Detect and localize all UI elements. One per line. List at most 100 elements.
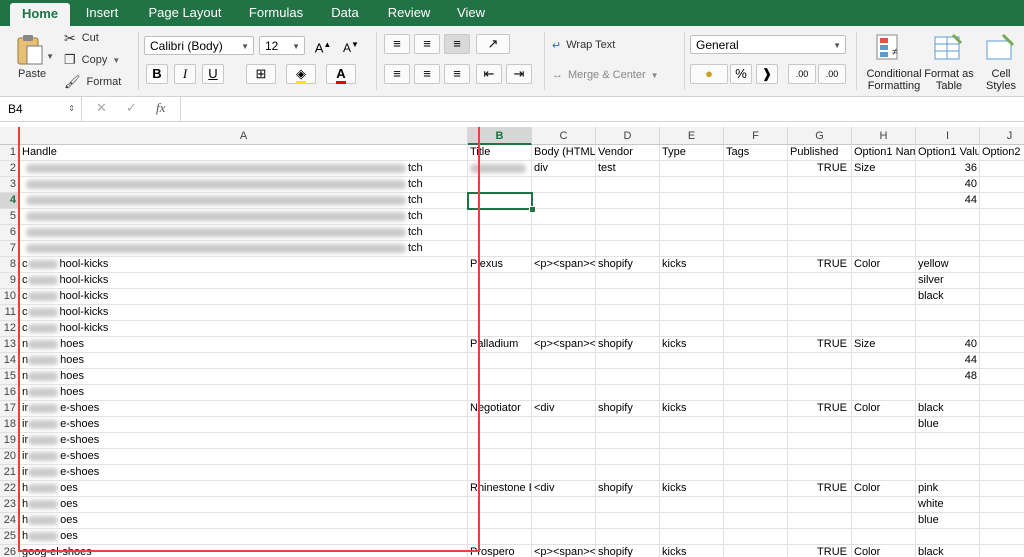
tab-page-layout[interactable]: Page Layout — [138, 0, 232, 26]
row-header-7[interactable]: 7 — [0, 241, 20, 257]
row-header-24[interactable]: 24 — [0, 513, 20, 529]
decrease-indent-button[interactable]: ⇤ — [476, 64, 502, 84]
row-header-3[interactable]: 3 — [0, 177, 20, 193]
cell-j14[interactable] — [980, 353, 1024, 369]
cell-h13[interactable]: Size — [852, 337, 916, 353]
cell-h24[interactable] — [852, 513, 916, 529]
cell-g13[interactable]: TRUE — [788, 337, 852, 353]
column-header-f[interactable]: F — [724, 127, 788, 145]
cell-g20[interactable] — [788, 449, 852, 465]
cell-d7[interactable] — [596, 241, 660, 257]
cell-g11[interactable] — [788, 305, 852, 321]
cell-d10[interactable] — [596, 289, 660, 305]
cell-g3[interactable] — [788, 177, 852, 193]
cell-h8[interactable]: Color — [852, 257, 916, 273]
cell-c12[interactable] — [532, 321, 596, 337]
row-header-22[interactable]: 22 — [0, 481, 20, 497]
cell-g19[interactable] — [788, 433, 852, 449]
cell-e23[interactable] — [660, 497, 724, 513]
cell-h2[interactable]: Size — [852, 161, 916, 177]
cell-e14[interactable] — [660, 353, 724, 369]
cell-g26[interactable]: TRUE — [788, 545, 852, 557]
formula-input[interactable] — [180, 97, 1024, 121]
cell-e18[interactable] — [660, 417, 724, 433]
fill-color-button[interactable]: ◈ — [286, 64, 316, 84]
row-header-8[interactable]: 8 — [0, 257, 20, 273]
cell-d12[interactable] — [596, 321, 660, 337]
cell-j23[interactable] — [980, 497, 1024, 513]
cell-e11[interactable] — [660, 305, 724, 321]
cell-c21[interactable] — [532, 465, 596, 481]
align-right-button[interactable]: ≡ — [444, 64, 470, 84]
cell-g6[interactable] — [788, 225, 852, 241]
cell-e16[interactable] — [660, 385, 724, 401]
cell-g9[interactable] — [788, 273, 852, 289]
row-header-2[interactable]: 2 — [0, 161, 20, 177]
row-header-5[interactable]: 5 — [0, 209, 20, 225]
cell-d15[interactable] — [596, 369, 660, 385]
cell-h10[interactable] — [852, 289, 916, 305]
align-top-button[interactable]: ≡ — [384, 34, 410, 54]
cell-c19[interactable] — [532, 433, 596, 449]
enter-icon[interactable]: ✓ — [126, 100, 137, 116]
accounting-format-button[interactable]: ● — [690, 64, 728, 84]
font-name-select[interactable]: Calibri (Body) ▼ — [144, 36, 254, 55]
cell-d19[interactable] — [596, 433, 660, 449]
cell-j17[interactable] — [980, 401, 1024, 417]
cell-h19[interactable] — [852, 433, 916, 449]
cell-h20[interactable] — [852, 449, 916, 465]
cell-f25[interactable] — [724, 529, 788, 545]
cell-j7[interactable] — [980, 241, 1024, 257]
cell-e1[interactable]: Type — [660, 145, 724, 161]
cell-i2[interactable]: 36 — [916, 161, 980, 177]
cell-d3[interactable] — [596, 177, 660, 193]
cell-f9[interactable] — [724, 273, 788, 289]
cell-f16[interactable] — [724, 385, 788, 401]
cell-c22[interactable]: <div — [532, 481, 596, 497]
cell-i24[interactable]: blue — [916, 513, 980, 529]
cell-g25[interactable] — [788, 529, 852, 545]
tab-formulas[interactable]: Formulas — [240, 0, 312, 26]
cell-i26[interactable]: black — [916, 545, 980, 557]
tab-home[interactable]: Home — [10, 3, 70, 26]
cell-c24[interactable] — [532, 513, 596, 529]
cell-j8[interactable] — [980, 257, 1024, 273]
row-header-9[interactable]: 9 — [0, 273, 20, 289]
cell-c23[interactable] — [532, 497, 596, 513]
cell-g21[interactable] — [788, 465, 852, 481]
cell-c17[interactable]: <div — [532, 401, 596, 417]
cell-j11[interactable] — [980, 305, 1024, 321]
cell-d21[interactable] — [596, 465, 660, 481]
cell-j4[interactable] — [980, 193, 1024, 209]
cell-e4[interactable] — [660, 193, 724, 209]
increase-font-button[interactable]: A▲ — [310, 36, 336, 56]
cell-i9[interactable]: silver — [916, 273, 980, 289]
row-header-17[interactable]: 17 — [0, 401, 20, 417]
cell-c16[interactable] — [532, 385, 596, 401]
cell-e2[interactable] — [660, 161, 724, 177]
comma-style-button[interactable]: ❱ — [756, 64, 778, 84]
align-center-button[interactable]: ≡ — [414, 64, 440, 84]
underline-button[interactable]: U — [202, 64, 224, 84]
cell-j19[interactable] — [980, 433, 1024, 449]
cell-j1[interactable]: Option2 — [980, 145, 1024, 161]
row-header-11[interactable]: 11 — [0, 305, 20, 321]
cell-f21[interactable] — [724, 465, 788, 481]
cell-h18[interactable] — [852, 417, 916, 433]
cell-e24[interactable] — [660, 513, 724, 529]
cell-i19[interactable] — [916, 433, 980, 449]
format-painter-button[interactable]: 🖌 Format — [64, 73, 134, 91]
cell-h23[interactable] — [852, 497, 916, 513]
cell-c20[interactable] — [532, 449, 596, 465]
cell-c25[interactable] — [532, 529, 596, 545]
cell-i16[interactable] — [916, 385, 980, 401]
cell-e9[interactable] — [660, 273, 724, 289]
cell-g12[interactable] — [788, 321, 852, 337]
increase-decimal-button[interactable]: .00 — [788, 64, 816, 84]
orientation-button[interactable]: ↗ — [476, 34, 510, 54]
cell-h14[interactable] — [852, 353, 916, 369]
cell-j13[interactable] — [980, 337, 1024, 353]
cell-g5[interactable] — [788, 209, 852, 225]
cell-i21[interactable] — [916, 465, 980, 481]
cell-f14[interactable] — [724, 353, 788, 369]
